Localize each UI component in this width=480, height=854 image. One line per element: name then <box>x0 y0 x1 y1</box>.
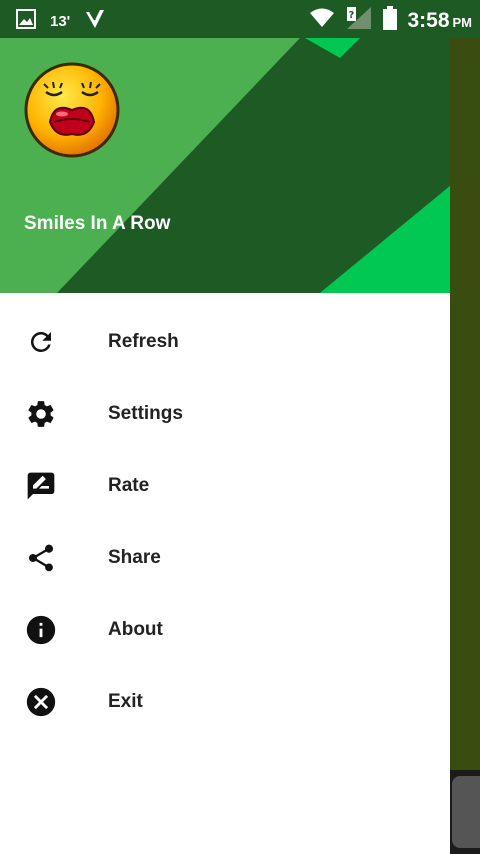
avatar[interactable] <box>24 62 120 158</box>
temperature-readout: 13' <box>50 13 71 30</box>
menu-label-settings: Settings <box>108 403 183 424</box>
close-circle-icon <box>24 685 58 719</box>
refresh-icon <box>24 325 58 359</box>
menu-item-refresh[interactable]: Refresh <box>0 305 450 377</box>
gallery-icon <box>16 9 36 34</box>
menu-item-share[interactable]: Share <box>0 521 450 593</box>
drawer-menu: Refresh Settings Rate Share About Exit <box>0 305 450 737</box>
check-icon <box>84 8 106 35</box>
background-button <box>452 776 480 848</box>
clock-time: 3:58 <box>407 8 450 32</box>
drawer-header: Smiles In A Row <box>0 38 450 293</box>
battery-icon <box>383 6 398 35</box>
menu-label-exit: Exit <box>108 691 143 712</box>
gear-icon <box>24 397 58 431</box>
signal-icon: ? <box>345 6 373 35</box>
kiss-smiley-icon <box>24 62 120 158</box>
status-bar: 13' ? 3:58 PM <box>0 0 480 38</box>
clock: 3:58 PM <box>407 9 472 33</box>
drawer-scrim[interactable] <box>450 38 480 854</box>
clock-ampm: PM <box>452 14 473 30</box>
share-icon <box>24 541 58 575</box>
menu-label-rate: Rate <box>108 475 150 496</box>
navigation-drawer: Smiles In A Row Refresh Settings Rate Sh… <box>0 38 450 854</box>
menu-item-exit[interactable]: Exit <box>0 665 450 737</box>
menu-label-share: Share <box>108 547 161 568</box>
wifi-icon <box>309 8 335 33</box>
menu-label-refresh: Refresh <box>108 331 179 352</box>
info-icon <box>24 613 58 647</box>
menu-label-about: About <box>108 619 163 640</box>
rate-icon <box>24 469 58 503</box>
svg-text:?: ? <box>349 10 355 21</box>
app-name: Smiles In A Row <box>24 213 171 234</box>
menu-item-settings[interactable]: Settings <box>0 377 450 449</box>
menu-item-rate[interactable]: Rate <box>0 449 450 521</box>
menu-item-about[interactable]: About <box>0 593 450 665</box>
